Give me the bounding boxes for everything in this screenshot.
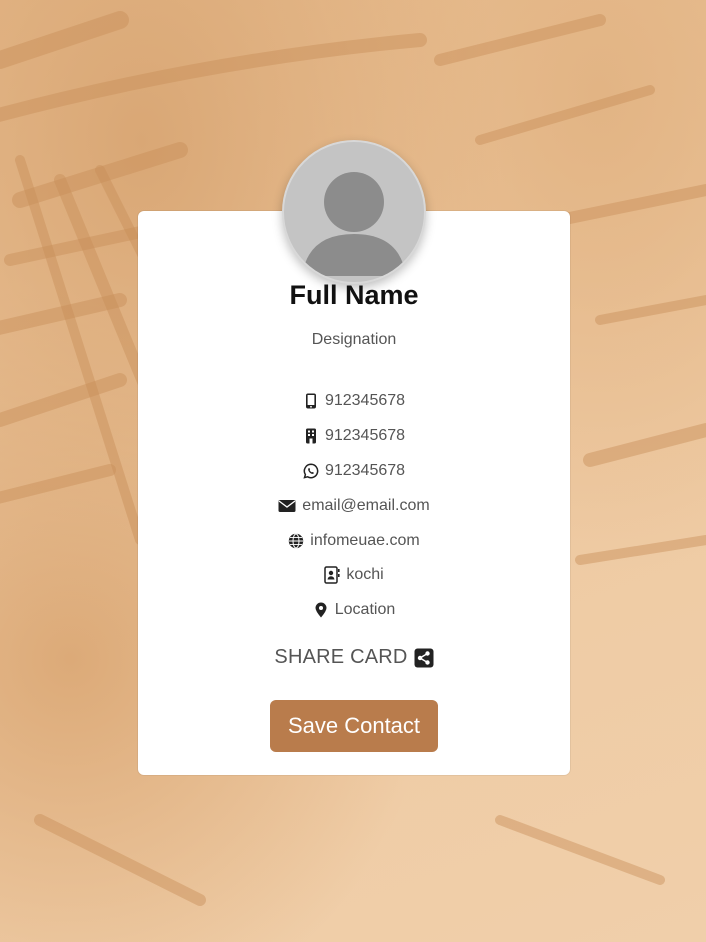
mobile-phone-icon — [303, 393, 319, 409]
address-book-icon — [324, 566, 340, 585]
contact-office-phone-value: 912345678 — [324, 427, 406, 445]
profile-designation: Designation — [311, 331, 397, 348]
contact-website-value: infomeuae.com — [310, 531, 420, 549]
save-contact-button[interactable]: Save Contact — [270, 700, 438, 752]
share-card-button[interactable]: SHARE CARD — [138, 646, 570, 669]
contact-whatsapp-value: 912345678 — [324, 461, 406, 479]
contact-mobile[interactable]: 912345678 — [138, 384, 570, 419]
contact-address-value: kochi — [346, 566, 384, 584]
envelope-icon — [278, 498, 296, 514]
avatar — [282, 140, 426, 284]
contact-whatsapp[interactable]: 912345678 — [138, 454, 570, 489]
contact-office-phone[interactable]: 912345678 — [138, 419, 570, 454]
whatsapp-icon — [303, 463, 319, 479]
contact-location[interactable]: Location — [138, 593, 570, 628]
contact-mobile-value: 912345678 — [324, 392, 406, 410]
share-icon — [414, 648, 434, 668]
map-pin-icon — [313, 602, 329, 618]
contact-email-value: email@email.com — [302, 496, 430, 514]
office-building-icon — [303, 428, 319, 444]
user-silhouette-icon — [302, 172, 406, 276]
share-card-label: SHARE CARD — [274, 646, 408, 668]
contact-location-value: Location — [334, 601, 396, 619]
contact-list: 912345678 912345678 912345678 email@emai… — [138, 384, 570, 628]
globe-icon — [288, 533, 304, 549]
contact-address[interactable]: kochi — [138, 558, 570, 593]
profile-name: Full Name — [289, 280, 419, 310]
contact-email[interactable]: email@email.com — [138, 488, 570, 523]
contact-website[interactable]: infomeuae.com — [138, 523, 570, 558]
